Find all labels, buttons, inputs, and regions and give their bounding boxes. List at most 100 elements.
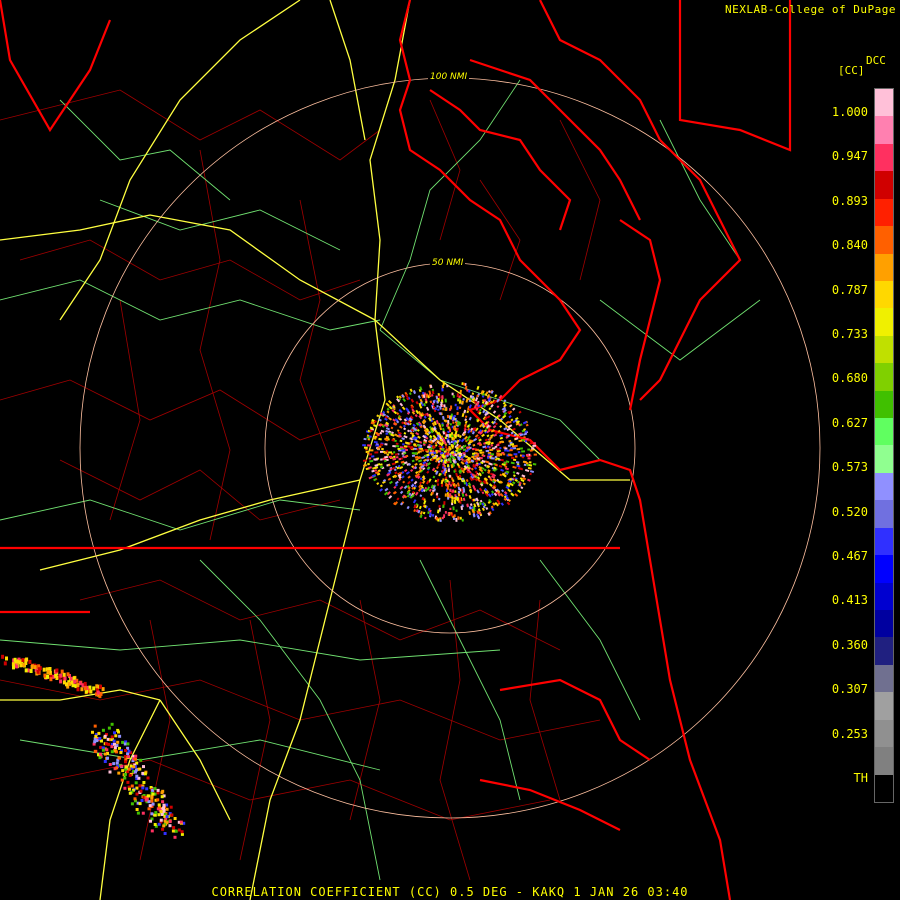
echo-pixel xyxy=(145,797,149,801)
echo-pixel xyxy=(113,746,117,750)
color-scale-tick: 0.573 xyxy=(831,460,868,475)
echo-pixel xyxy=(384,443,388,446)
ring-label-50: 50 NMI xyxy=(430,258,466,268)
echo-pixel xyxy=(451,392,454,396)
color-scale-segment xyxy=(875,253,893,281)
color-scale-bar xyxy=(874,88,894,803)
echo-pixel xyxy=(29,669,33,673)
echo-pixel xyxy=(428,488,432,492)
echo-pixel xyxy=(169,805,173,809)
echo-pixel xyxy=(512,474,516,478)
echo-pixel xyxy=(110,750,114,754)
echo-pixel xyxy=(388,495,393,500)
echo-pixel xyxy=(108,770,112,774)
color-scale-segment xyxy=(875,89,893,117)
echo-pixel xyxy=(42,667,46,672)
echo-pixel xyxy=(398,457,402,461)
color-scale-segment xyxy=(875,719,893,748)
color-scale-segment xyxy=(875,418,893,446)
echo-pixel xyxy=(512,407,516,411)
echo-pixel xyxy=(174,829,178,833)
echo-pixel xyxy=(98,756,102,760)
color-scale-segment xyxy=(875,664,893,693)
echo-pixel xyxy=(464,418,467,422)
echo-pixel xyxy=(145,787,149,791)
color-scale-segment xyxy=(875,198,893,227)
echo-pixel xyxy=(134,754,138,758)
echo-pixel xyxy=(388,417,393,421)
echo-pixel xyxy=(375,432,380,436)
echo-pixel xyxy=(414,414,418,418)
echo-pixel xyxy=(161,800,165,804)
echo-pixel xyxy=(432,475,436,479)
echo-pixel xyxy=(481,491,485,495)
echo-pixel xyxy=(120,778,124,782)
echo-pixel xyxy=(413,452,418,455)
echo-pixel xyxy=(93,749,97,753)
echo-pixel xyxy=(150,812,154,816)
echo-pixel xyxy=(399,425,403,429)
echo-pixel xyxy=(444,511,447,514)
echo-pixel xyxy=(514,437,519,441)
color-scale-tick: TH xyxy=(853,771,868,785)
echo-pixel xyxy=(524,468,530,473)
echo-pixel xyxy=(369,426,374,430)
echo-pixel xyxy=(121,769,125,773)
echo-pixel xyxy=(381,448,384,451)
echo-pixel xyxy=(526,464,529,467)
echo-pixel xyxy=(19,663,23,668)
color-scale-segment xyxy=(875,226,893,254)
echo-pixel xyxy=(101,748,105,752)
echo-pixel xyxy=(416,448,419,451)
echo-pixel xyxy=(103,760,107,763)
echo-pixel xyxy=(500,468,505,472)
echo-pixel xyxy=(368,453,373,456)
ring-label-100: 100 NMI xyxy=(428,72,470,82)
echo-pixel xyxy=(93,740,97,744)
echo-pixel xyxy=(514,444,518,448)
echo-pixel xyxy=(478,438,482,442)
echo-pixel xyxy=(153,823,157,826)
echo-pixel xyxy=(130,802,134,806)
echo-pixel xyxy=(438,424,442,428)
echo-pixel xyxy=(490,404,494,408)
echo-pixel xyxy=(103,734,107,738)
echo-pixel xyxy=(21,658,25,663)
echo-pixel xyxy=(407,475,411,479)
color-scale-tick: 0.520 xyxy=(831,504,868,519)
echo-pixel xyxy=(444,445,448,449)
echo-pixel xyxy=(160,795,164,799)
echo-pixel xyxy=(149,819,152,823)
echo-pixel xyxy=(510,456,515,460)
echo-pixel xyxy=(110,745,114,749)
echo-pixel xyxy=(456,482,460,487)
echo-pixel xyxy=(402,443,405,446)
echo-pixel xyxy=(123,755,127,759)
echo-pixel xyxy=(412,423,416,427)
echo-pixel xyxy=(180,832,184,836)
color-scale-segment xyxy=(875,527,893,556)
echo-pixel xyxy=(165,815,169,819)
echo-pixel xyxy=(450,444,453,447)
echo-pixel xyxy=(115,766,119,770)
echo-pixel xyxy=(446,486,449,490)
echo-pixel xyxy=(426,470,430,474)
echo-pixel xyxy=(456,406,459,411)
echo-pixel xyxy=(43,673,47,678)
echo-pixel xyxy=(134,770,137,774)
color-scale-segment xyxy=(875,143,893,172)
echo-pixel xyxy=(377,447,380,450)
echo-pixel xyxy=(3,661,7,666)
echo-pixel xyxy=(157,822,161,826)
echo-pixel xyxy=(468,494,472,499)
legend-product-label: DCC xyxy=(866,54,886,67)
echo-pixel xyxy=(462,397,465,401)
echo-pixel xyxy=(401,449,406,452)
echo-pixel xyxy=(379,484,383,488)
echo-pixel xyxy=(103,752,107,756)
echo-pixel xyxy=(99,745,103,749)
echo-pixel xyxy=(363,446,368,449)
echo-pixel xyxy=(512,458,517,461)
echo-pixel xyxy=(24,668,28,673)
echo-pixel xyxy=(465,479,469,483)
